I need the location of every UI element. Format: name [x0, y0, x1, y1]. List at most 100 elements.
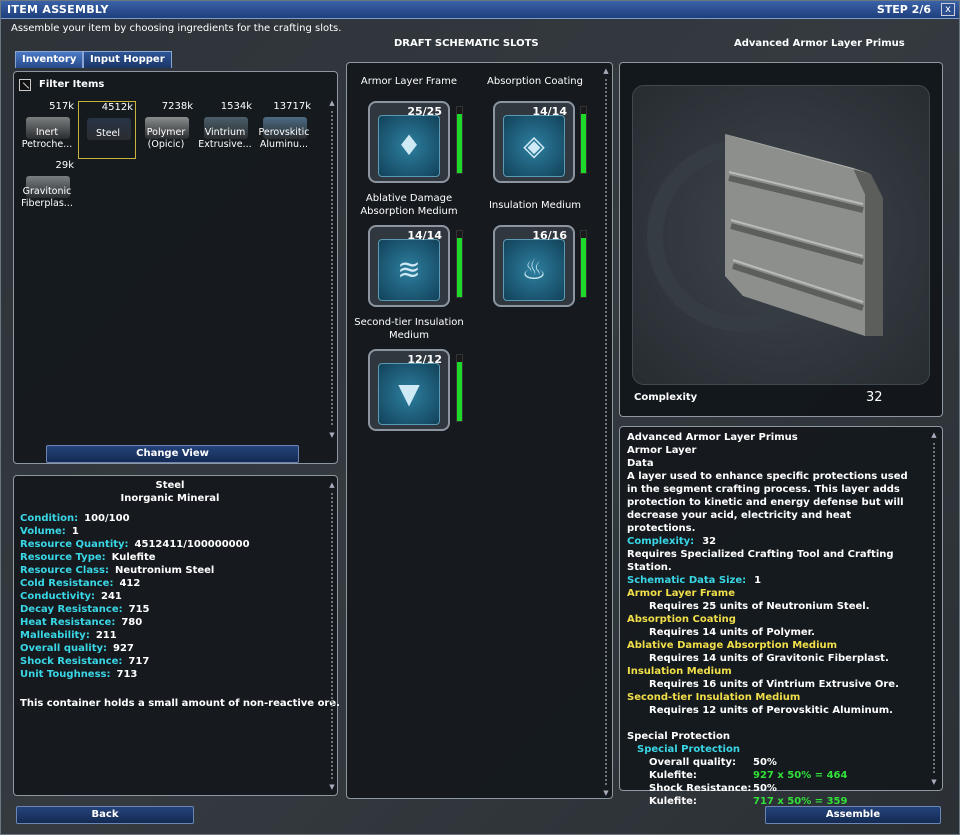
stat-row: Shock Resistance: 50%: [627, 782, 917, 795]
scroll-down-icon[interactable]: ▼: [602, 789, 610, 797]
inventory-item[interactable]: 517k Inert Petroche...: [18, 101, 76, 159]
filter-checkbox[interactable]: [19, 79, 31, 91]
slots-header: DRAFT SCHEMATIC SLOTS: [394, 38, 539, 49]
property-key: Condition:: [20, 513, 79, 524]
slot-quantity: 25/25: [407, 105, 442, 118]
scroll-down-icon[interactable]: ▼: [930, 778, 938, 786]
info-scrollbar[interactable]: ▲ ▼: [930, 431, 938, 786]
item-name-line: Inert: [35, 127, 59, 138]
scroll-down-icon[interactable]: ▼: [328, 783, 336, 791]
armor-layer-model-image: [647, 134, 883, 336]
detail-scrollbar[interactable]: ▲ ▼: [328, 481, 336, 791]
property-key: Unit Toughness:: [20, 669, 111, 680]
slot-component-icon: ♨: [503, 239, 565, 301]
step-indicator: STEP 2/6: [876, 3, 931, 16]
tab-inventory[interactable]: Inventory: [15, 51, 84, 68]
title-bar[interactable]: ITEM ASSEMBLY STEP 2/6 x: [1, 1, 959, 19]
slot-requirement-text: Requires 14 units of Gravitonic Fiberpla…: [649, 653, 889, 664]
inventory-item[interactable]: 4512k Steel: [78, 101, 136, 159]
slot-label: Armor Layer Frame: [360, 76, 458, 87]
slot-requirement-name: Ablative Damage Absorption Medium: [627, 640, 838, 651]
info-line: A layer used to enhance specific protect…: [627, 471, 908, 534]
item-name-line: Gravitonic: [22, 186, 72, 197]
property-row: Resource Type: Kulefite: [20, 551, 250, 564]
property-key: Conductivity:: [20, 591, 95, 602]
crafting-slot[interactable]: ▼ 12/12: [368, 349, 450, 431]
slot-requirement-text: Requires 14 units of Polymer.: [649, 627, 815, 638]
assemble-button[interactable]: Assemble: [765, 806, 941, 824]
property-key: Heat Resistance:: [20, 617, 116, 628]
property-row: Shock Resistance: 717: [20, 655, 250, 668]
info-line: Advanced Armor Layer Primus: [627, 432, 798, 443]
item-preview-panel: Complexity 32: [619, 62, 943, 417]
scroll-down-icon[interactable]: ▼: [328, 431, 336, 439]
property-key: Resource Type:: [20, 552, 106, 563]
property-value: 927: [113, 643, 134, 654]
property-value: 713: [116, 669, 138, 680]
property-key: Cold Resistance:: [20, 578, 114, 589]
inventory-item[interactable]: 7238k Polymer (Opicic): [137, 101, 195, 159]
property-value: 4512411/100000000: [134, 539, 250, 550]
property-key: Decay Resistance:: [20, 604, 123, 615]
property-key: Resource Class:: [20, 565, 109, 576]
item-name-line: Extrusive...: [198, 139, 252, 150]
item-model-view[interactable]: [632, 85, 930, 385]
stat-label: Shock Resistance:: [649, 783, 752, 794]
slot-label: Insulation Medium: [488, 200, 582, 211]
scroll-up-icon[interactable]: ▲: [328, 99, 336, 107]
property-key: Resource Quantity:: [20, 539, 129, 550]
property-key: Volume:: [20, 526, 66, 537]
crafting-slot[interactable]: ♨ 16/16: [493, 225, 575, 307]
stat-value: 50%: [753, 757, 777, 768]
tab-input-hopper[interactable]: Input Hopper: [83, 51, 172, 68]
slot-fill-meter: [580, 106, 587, 174]
change-view-button[interactable]: Change View: [46, 445, 299, 463]
item-name-line: Fiberplas...: [21, 198, 73, 209]
stat-label: Overall quality:: [649, 757, 736, 768]
crafting-slot[interactable]: ◈ 14/14: [493, 101, 575, 183]
scroll-up-icon[interactable]: ▲: [930, 431, 938, 439]
property-key: Overall quality:: [20, 643, 107, 654]
item-name: Polymer (Opicic): [137, 127, 195, 151]
crafting-slot[interactable]: ♦ 25/25: [368, 101, 450, 183]
scroll-up-icon[interactable]: ▲: [328, 481, 336, 489]
item-name: Inert Petroche...: [18, 127, 76, 151]
item-count: 517k: [49, 101, 74, 112]
item-count: 7238k: [161, 101, 193, 112]
complexity-line: Complexity: 32: [627, 535, 917, 548]
scroll-up-icon[interactable]: ▲: [602, 67, 610, 75]
inventory-item[interactable]: 1534k Vintrium Extrusive...: [196, 101, 254, 159]
item-count: 29k: [55, 160, 74, 171]
slot-requirement-text: Requires 25 units of Neutronium Steel.: [649, 601, 870, 612]
slot-label: Second-tier Insulation Medium: [354, 317, 464, 341]
crafting-slot[interactable]: ≋ 14/14: [368, 225, 450, 307]
requirement-line: Requires Specialized Crafting Tool and C…: [627, 549, 894, 573]
resource-category: Inorganic Mineral: [120, 493, 220, 504]
property-value: 100/100: [84, 513, 130, 524]
item-name-line: Polymer: [146, 127, 186, 138]
info-value: 32: [702, 536, 717, 547]
property-row: Resource Quantity: 4512411/100000000: [20, 538, 250, 551]
slot-requirement-name: Armor Layer Frame: [627, 588, 735, 599]
inventory-item[interactable]: 29k Gravitonic Fiberplas...: [18, 160, 76, 218]
property-value: 715: [128, 604, 150, 615]
property-value: Neutronium Steel: [114, 565, 215, 576]
slot-component-icon: ◈: [503, 115, 565, 177]
back-button[interactable]: Back: [16, 806, 194, 824]
property-row: Volume: 1: [20, 525, 250, 538]
item-name-line: Perovskitic: [258, 127, 310, 138]
item-count: 1534k: [220, 101, 252, 112]
item-name-line: Steel: [95, 128, 121, 139]
close-button[interactable]: x: [941, 3, 955, 16]
inventory-item[interactable]: 13717k Perovskitic Aluminu...: [255, 101, 313, 159]
slot-quantity: 16/16: [532, 229, 567, 242]
property-row: Conductivity: 241: [20, 590, 250, 603]
property-value: 211: [95, 630, 117, 641]
resource-properties: Condition: 100/100 Volume: 1 Resource Quanti…: [20, 512, 250, 681]
slot-requirement-text: Requires 12 units of Perovskitic Aluminu…: [649, 705, 893, 716]
slot-quantity: 14/14: [532, 105, 567, 118]
slots-scrollbar[interactable]: ▲ ▼: [602, 67, 610, 797]
inventory-scrollbar[interactable]: ▲ ▼: [328, 99, 336, 439]
slot-requirement-text: Requires 16 units of Vintrium Extrusive …: [649, 679, 899, 690]
item-name-header: Advanced Armor Layer Primus: [734, 38, 905, 49]
